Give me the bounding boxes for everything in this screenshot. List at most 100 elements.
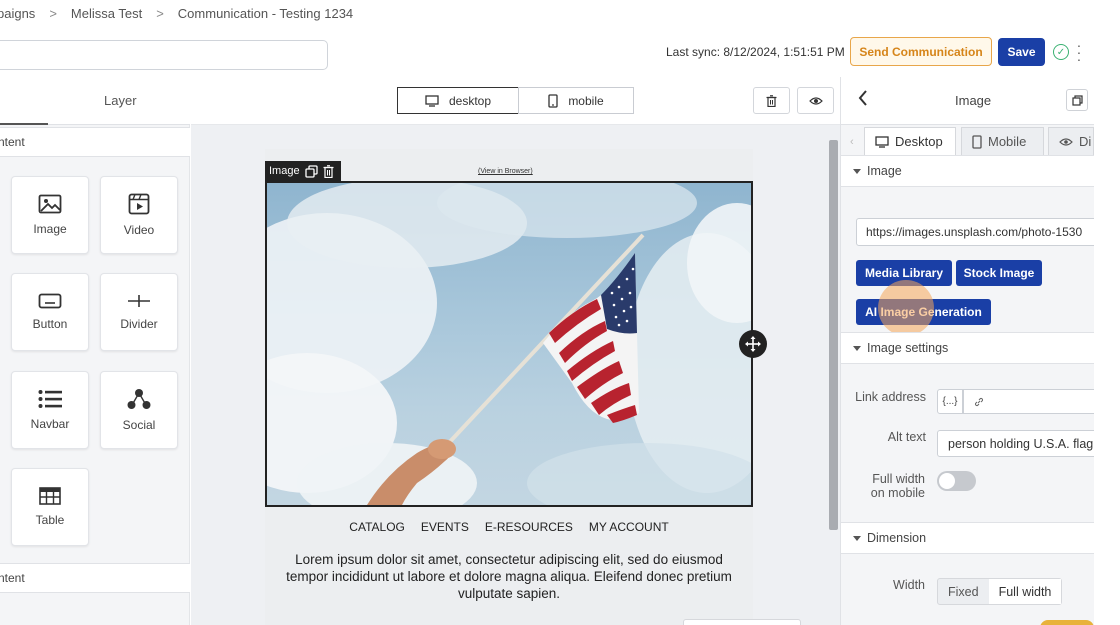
link-icon [974, 397, 984, 406]
block-divider[interactable]: Divider [100, 273, 178, 351]
block-video[interactable]: Video [100, 176, 178, 254]
video-icon [128, 193, 150, 215]
check-circle-icon: ✓ [1053, 44, 1069, 60]
tabs-scroll-left-icon[interactable]: ‹ [850, 136, 854, 148]
image-url-input[interactable]: https://images.unsplash.com/photo-1530 [856, 218, 1106, 246]
breadcrumb-separator: > [156, 5, 164, 21]
duplicate-icon[interactable] [304, 164, 318, 178]
tab-mobile-label: Mobile [988, 134, 1027, 149]
selected-block-label: Image [269, 165, 300, 177]
toggle-knob [939, 473, 955, 489]
table-icon [39, 487, 61, 505]
block-label: Table [35, 513, 65, 527]
tab-content-indicator [0, 123, 48, 125]
alt-text-label: Alt text [887, 430, 926, 444]
full-width-mobile-label: Full width on mobile [850, 472, 925, 500]
section-dimension-label: Dimension [867, 531, 927, 545]
canvas-bottom-element [683, 619, 801, 625]
caret-down-icon [853, 168, 861, 174]
selected-block-tag: Image [265, 161, 341, 181]
move-handle-icon[interactable] [739, 330, 767, 358]
hero-image[interactable] [265, 181, 753, 507]
block-table[interactable]: Table [11, 468, 89, 546]
email-nav-link[interactable]: EVENTS [421, 520, 469, 534]
block-button[interactable]: Button [11, 273, 89, 351]
tab-display[interactable]: Di [1048, 127, 1094, 155]
communication-name-input[interactable] [0, 40, 328, 70]
device-desktop-label: desktop [448, 93, 492, 108]
email-nav-link[interactable]: CATALOG [349, 520, 405, 534]
breadcrumb-communication: Communication - Testing 1234 [177, 5, 354, 21]
social-icon [127, 389, 151, 409]
tab-display-label: Di [1079, 134, 1092, 149]
save-button[interactable]: Save [998, 38, 1045, 66]
breadcrumb: paigns > Melissa Test > Communication - … [0, 0, 353, 26]
mobile-icon [972, 134, 982, 149]
view-in-browser-link[interactable]: (View in Browser) [478, 168, 533, 175]
eye-icon [1059, 137, 1073, 146]
block-navbar[interactable]: Navbar [11, 371, 89, 449]
button-icon [38, 293, 62, 309]
divider-icon [128, 295, 150, 307]
width-full-option[interactable]: Full width [988, 579, 1062, 604]
tab-layer[interactable]: Layer [104, 93, 137, 108]
section-image-header[interactable]: Image [841, 155, 1094, 187]
section-content-label: ntent [0, 135, 25, 149]
email-navbar: CATALOG EVENTS E-RESOURCES MY ACCOUNT [265, 520, 753, 534]
block-label: Social [122, 418, 156, 432]
more-options-icon[interactable]: · · · [1076, 38, 1082, 66]
width-label: Width [893, 578, 925, 592]
desktop-icon [425, 94, 439, 107]
send-communication-button[interactable]: Send Communication [850, 37, 992, 66]
caret-down-icon [853, 535, 861, 541]
properties-title: Image [955, 93, 992, 108]
section-image-settings-header[interactable]: Image settings [841, 332, 1094, 364]
help-widget-button[interactable] [1040, 620, 1094, 625]
click-highlight [878, 280, 934, 336]
width-fixed-option[interactable]: Fixed [938, 579, 989, 604]
device-mobile-label: mobile [568, 93, 604, 108]
section-image-settings-label: Image settings [867, 341, 949, 355]
block-label: Navbar [30, 417, 70, 431]
copy-block-button[interactable] [1066, 89, 1088, 111]
block-social[interactable]: Social [100, 371, 178, 449]
eye-icon [808, 96, 823, 105]
stock-image-button[interactable]: Stock Image [956, 260, 1042, 286]
image-icon [38, 194, 62, 214]
navbar-icon [38, 390, 62, 408]
block-label: Button [32, 317, 68, 331]
last-sync-text: Last sync: 8/12/2024, 1:51:51 PM [666, 45, 845, 59]
caret-down-icon [853, 345, 861, 351]
tab-mobile[interactable]: Mobile [961, 127, 1044, 155]
tab-desktop-label: Desktop [895, 134, 943, 149]
block-label: Video [123, 223, 155, 237]
breadcrumb-campaigns[interactable]: paigns [0, 6, 35, 21]
email-text-block[interactable]: Lorem ipsum dolor sit amet, consectetur … [285, 551, 733, 602]
width-mode-segmented: Fixed Full width [937, 578, 1063, 605]
link-address-label: Link address [855, 390, 926, 404]
insert-variable-button[interactable]: {...} [937, 389, 963, 414]
breadcrumb-melissa-test[interactable]: Melissa Test [71, 6, 142, 21]
canvas-scrollbar[interactable] [829, 140, 838, 530]
device-mobile-button[interactable]: mobile [518, 87, 634, 114]
section-content-header-2[interactable]: ntent [0, 563, 190, 593]
section-content-header[interactable]: ntent [0, 127, 190, 157]
block-image[interactable]: Image [11, 176, 89, 254]
full-width-label-line1: Full width [872, 472, 925, 486]
preview-button[interactable] [797, 87, 834, 114]
link-address-input[interactable] [963, 389, 1103, 414]
section-dimension-header[interactable]: Dimension [841, 522, 1094, 554]
alt-text-input[interactable]: person holding U.S.A. flag [937, 430, 1103, 457]
trash-icon[interactable] [323, 164, 334, 178]
back-arrow-icon[interactable] [858, 90, 868, 106]
delete-button[interactable] [753, 87, 790, 114]
email-nav-link[interactable]: MY ACCOUNT [589, 520, 669, 534]
flag-photo [267, 183, 751, 505]
email-nav-link[interactable]: E-RESOURCES [485, 520, 573, 534]
breadcrumb-separator: > [49, 5, 57, 21]
mobile-icon [548, 93, 558, 108]
desktop-icon [875, 135, 889, 148]
trash-icon [766, 94, 777, 107]
tab-desktop[interactable]: Desktop [864, 127, 956, 155]
device-desktop-button[interactable]: desktop [397, 87, 519, 114]
